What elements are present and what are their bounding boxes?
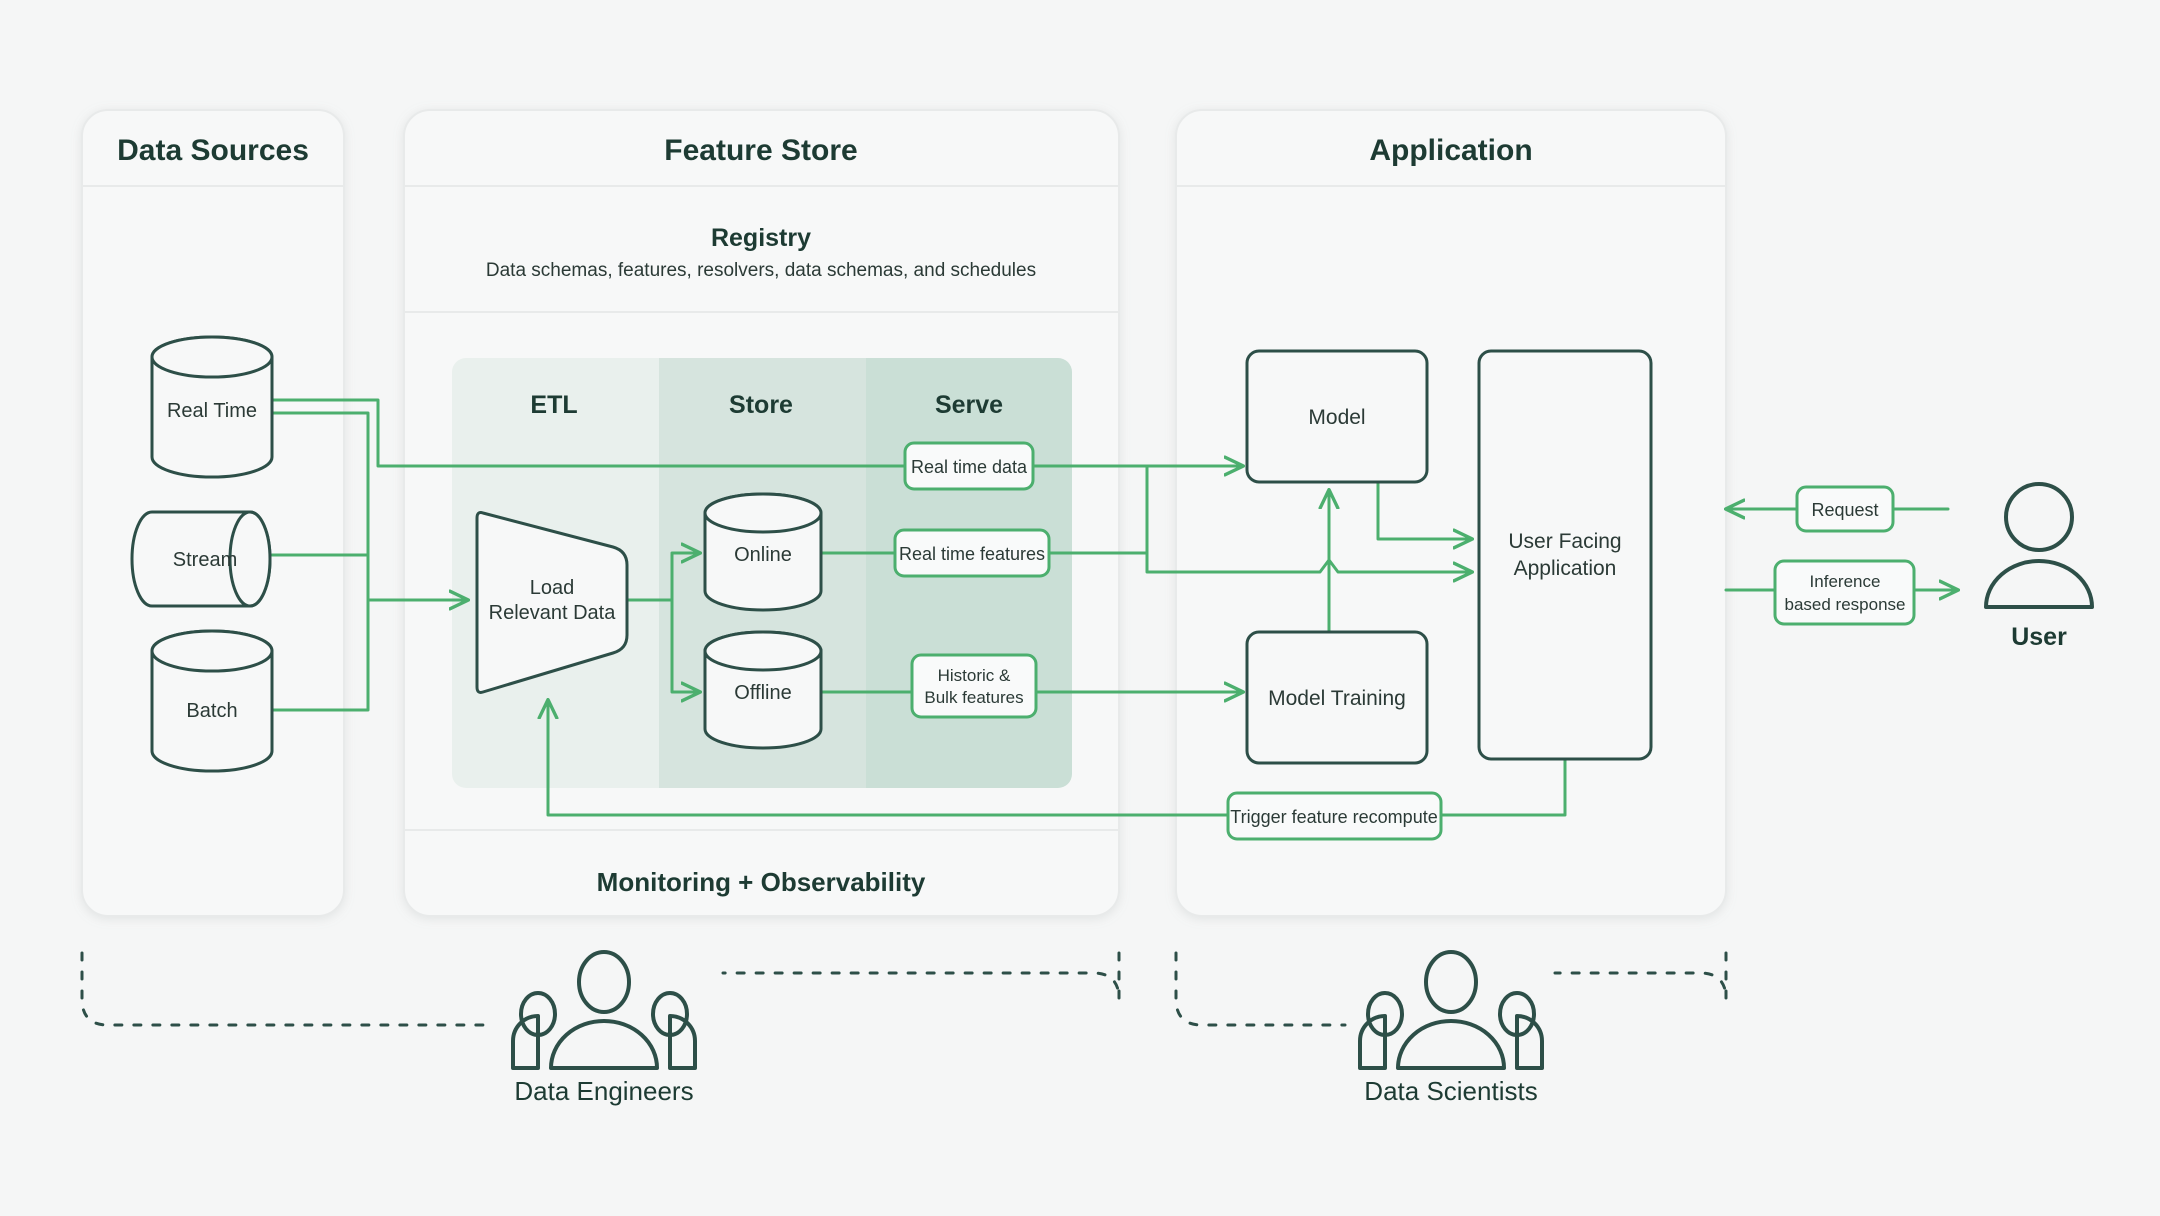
flow-label-text-request: Request [1811,500,1878,520]
band-label-serve: Serve [935,391,1003,419]
registry-subtitle: Data schemas, features, resolvers, data … [486,260,1036,281]
panel-title-application: Application [1369,134,1532,167]
person-icon [1986,484,2092,607]
node-label-load-line2: Relevant Data [489,602,617,624]
flow-label-trigger-feature-recompute[interactable]: Trigger feature recompute [1228,793,1441,839]
node-label-model-training: Model Training [1268,687,1406,710]
bracket-data-engineers [82,953,1119,1025]
actor-label-data-scientists: Data Scientists [1364,1076,1537,1106]
node-label-offline: Offline [734,682,791,704]
node-model-training[interactable]: Model Training [1247,632,1427,763]
node-label-userfacing-line1: User Facing [1508,530,1621,553]
flow-label-text-historic-line1: Historic & [938,666,1011,685]
node-model[interactable]: Model [1247,351,1427,482]
node-label-model: Model [1308,406,1365,429]
node-offline[interactable]: Offline [705,632,821,748]
flow-label-text-inference-line1: Inference [1810,572,1881,591]
people-group-icon [1360,952,1542,1068]
node-stream[interactable]: Stream [132,512,270,606]
panel-title-feature-store: Feature Store [664,134,857,167]
flow-label-real-time-features[interactable]: Real time features [895,530,1049,576]
people-group-icon [513,952,695,1068]
registry-title: Registry [711,224,811,252]
band-label-etl: ETL [530,391,577,419]
band-label-store: Store [729,391,793,419]
actor-label-user: User [2011,623,2067,651]
node-label-real-time: Real Time [167,400,257,422]
flow-label-request[interactable]: Request [1797,487,1893,531]
actor-user: User [1986,484,2092,651]
monitoring-label: Monitoring + Observability [597,867,926,897]
flow-label-inference-based-response[interactable]: Inference based response [1775,561,1914,624]
node-real-time[interactable]: Real Time [152,337,272,477]
node-label-userfacing-line2: Application [1514,557,1617,580]
flow-label-real-time-data[interactable]: Real time data [905,443,1033,489]
node-label-load-line1: Load [530,577,575,599]
node-label-stream: Stream [173,549,237,571]
flow-label-historic-bulk-features[interactable]: Historic & Bulk features [912,655,1036,717]
architecture-diagram-svg: Data Sources Feature Store Registry Data… [0,0,2160,1216]
flow-label-text-real-time-data: Real time data [911,457,1028,477]
flow-label-text-real-time-features: Real time features [899,544,1045,564]
panel-title-data-sources: Data Sources [117,134,309,167]
flow-label-text-historic-line2: Bulk features [924,688,1023,707]
node-online[interactable]: Online [705,494,821,610]
node-user-facing-application[interactable]: User Facing Application [1479,351,1651,759]
node-label-batch: Batch [186,700,237,722]
flow-label-text-inference-line2: based response [1785,595,1906,614]
node-batch[interactable]: Batch [152,631,272,771]
flow-label-text-trigger: Trigger feature recompute [1230,807,1437,827]
diagram-canvas: Data Sources Feature Store Registry Data… [0,0,2160,1216]
actor-data-scientists: Data Scientists [1360,952,1542,1106]
actor-data-engineers: Data Engineers [513,952,695,1106]
node-label-online: Online [734,544,792,566]
bracket-data-scientists [1176,953,1726,1025]
actor-label-data-engineers: Data Engineers [514,1076,693,1106]
